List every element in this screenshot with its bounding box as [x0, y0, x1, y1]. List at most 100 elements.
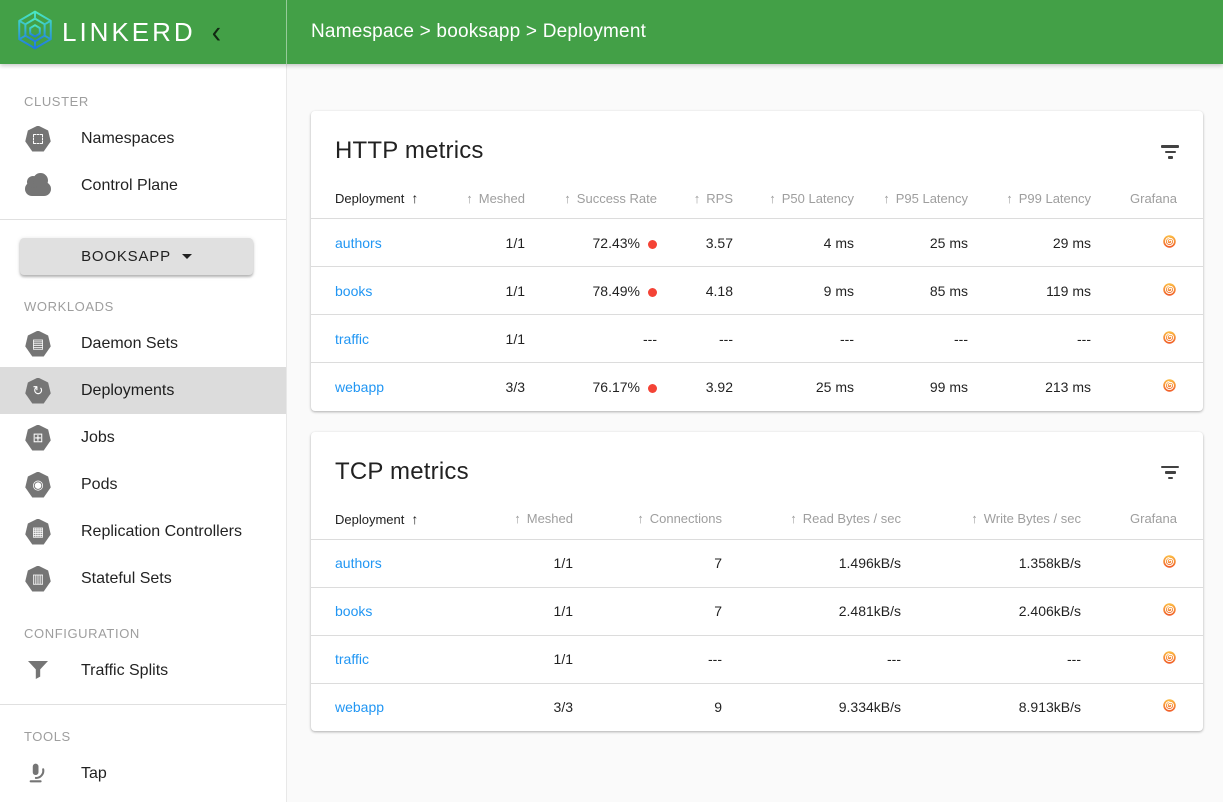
- sidebar: CLUSTER Namespaces Control Plane BOOKSAP…: [0, 64, 287, 802]
- rps-value: 3.57: [657, 219, 733, 267]
- grafana-link[interactable]: [1162, 282, 1177, 297]
- namespace-selector-label: BOOKSAPP: [81, 248, 171, 265]
- p99-value: 213 ms: [968, 363, 1091, 411]
- sidebar-item-label: Replication Controllers: [81, 523, 242, 541]
- sidebar-item-label: Control Plane: [81, 177, 178, 195]
- column-header-deployment[interactable]: Deployment: [311, 179, 455, 219]
- sidebar-item-label: Daemon Sets: [81, 335, 178, 353]
- tcp-metrics-card: TCP metrics Deployment Meshed Connection…: [311, 432, 1203, 732]
- deployment-link[interactable]: books: [335, 603, 372, 619]
- column-header-meshed[interactable]: Meshed: [455, 179, 525, 219]
- success-rate-value: 72.43%: [525, 219, 657, 267]
- sort-arrow-icon: [514, 511, 527, 526]
- rps-value: 3.92: [657, 363, 733, 411]
- main-content: HTTP metrics Deployment Meshed Success R…: [287, 64, 1223, 802]
- app-bar-main: Namespace > booksapp > Deployment: [287, 0, 1223, 64]
- read-bytes-value: 2.481kB/s: [722, 587, 901, 635]
- success-rate-value: 76.17%: [525, 363, 657, 411]
- divider: [0, 219, 286, 220]
- sidebar-item-tap[interactable]: Tap: [0, 750, 286, 797]
- column-header-deployment[interactable]: Deployment: [311, 499, 455, 539]
- section-label-tools: TOOLS: [24, 729, 286, 744]
- column-header-p95-latency[interactable]: P95 Latency: [854, 179, 968, 219]
- table-row: books 1/1 7 2.481kB/s 2.406kB/s: [311, 587, 1203, 635]
- table-row: traffic 1/1 --- --- --- --- ---: [311, 315, 1203, 363]
- sidebar-item-label: Stateful Sets: [81, 570, 172, 588]
- stateful-sets-icon: ▥: [24, 565, 52, 593]
- table-row: authors 1/1 7 1.496kB/s 1.358kB/s: [311, 539, 1203, 587]
- sidebar-item-control-plane[interactable]: Control Plane: [0, 162, 286, 209]
- section-label-configuration: CONFIGURATION: [24, 626, 286, 641]
- filter-icon[interactable]: [1159, 458, 1181, 488]
- namespace-selector-button[interactable]: BOOKSAPP: [20, 238, 253, 275]
- sidebar-item-label: Pods: [81, 476, 117, 494]
- deployment-link[interactable]: traffic: [335, 651, 369, 667]
- p50-value: 4 ms: [733, 219, 854, 267]
- p99-value: ---: [968, 315, 1091, 363]
- p95-value: ---: [854, 315, 968, 363]
- success-rate-value: 78.49%: [525, 267, 657, 315]
- collapse-sidebar-icon[interactable]: ‹: [212, 19, 221, 45]
- rps-value: ---: [657, 315, 733, 363]
- column-header-grafana: Grafana: [1081, 499, 1203, 539]
- table-row: webapp 3/3 9 9.334kB/s 8.913kB/s: [311, 683, 1203, 731]
- column-header-connections[interactable]: Connections: [573, 499, 722, 539]
- write-bytes-value: 2.406kB/s: [901, 587, 1081, 635]
- meshed-value: 1/1: [455, 635, 573, 683]
- sort-arrow-icon: [971, 511, 984, 526]
- deployment-link[interactable]: webapp: [335, 379, 384, 395]
- namespaces-icon: [24, 125, 52, 153]
- daemon-sets-icon: ▤: [24, 330, 52, 358]
- grafana-link[interactable]: [1162, 330, 1177, 345]
- filter-icon[interactable]: [1159, 137, 1181, 167]
- home-link[interactable]: LINKERD: [14, 9, 196, 56]
- column-header-p99-latency[interactable]: P99 Latency: [968, 179, 1091, 219]
- grafana-link[interactable]: [1162, 234, 1177, 249]
- sidebar-item-daemon-sets[interactable]: ▤ Daemon Sets: [0, 320, 286, 367]
- success-rate-value: ---: [525, 315, 657, 363]
- sidebar-item-stateful-sets[interactable]: ▥ Stateful Sets: [0, 555, 286, 602]
- sort-arrow-icon: [564, 191, 577, 206]
- column-header-rps[interactable]: RPS: [657, 179, 733, 219]
- section-label-workloads: WORKLOADS: [24, 299, 286, 314]
- grafana-link[interactable]: [1162, 602, 1177, 617]
- table-row: webapp 3/3 76.17% 3.92 25 ms 99 ms 213 m…: [311, 363, 1203, 411]
- sort-arrow-icon: [466, 191, 479, 206]
- jobs-icon: ⊞: [24, 424, 52, 452]
- deployment-link[interactable]: books: [335, 283, 372, 299]
- linkerd-logo-icon: [14, 9, 56, 56]
- meshed-value: 1/1: [455, 267, 525, 315]
- deployment-link[interactable]: authors: [335, 235, 382, 251]
- p99-value: 119 ms: [968, 267, 1091, 315]
- sort-arrow-icon: [404, 512, 418, 527]
- sidebar-item-namespaces[interactable]: Namespaces: [0, 115, 286, 162]
- deployment-link[interactable]: traffic: [335, 331, 369, 347]
- grafana-link[interactable]: [1162, 698, 1177, 713]
- deployments-icon: ↻: [24, 377, 52, 405]
- divider: [0, 704, 286, 705]
- grafana-link[interactable]: [1162, 378, 1177, 393]
- column-header-success-rate[interactable]: Success Rate: [525, 179, 657, 219]
- column-header-read-bytes[interactable]: Read Bytes / sec: [722, 499, 901, 539]
- grafana-link[interactable]: [1162, 554, 1177, 569]
- column-header-write-bytes[interactable]: Write Bytes / sec: [901, 499, 1081, 539]
- sort-arrow-icon: [790, 511, 803, 526]
- write-bytes-value: 8.913kB/s: [901, 683, 1081, 731]
- sidebar-item-jobs[interactable]: ⊞ Jobs: [0, 414, 286, 461]
- sidebar-item-label: Tap: [81, 765, 107, 783]
- replication-controllers-icon: ▦: [24, 518, 52, 546]
- sidebar-item-replication-controllers[interactable]: ▦ Replication Controllers: [0, 508, 286, 555]
- sort-arrow-icon: [694, 191, 707, 206]
- grafana-link[interactable]: [1162, 650, 1177, 665]
- sidebar-item-deployments[interactable]: ↻ Deployments: [0, 367, 286, 414]
- sidebar-item-traffic-splits[interactable]: Traffic Splits: [0, 647, 286, 694]
- sidebar-item-pods[interactable]: ◉ Pods: [0, 461, 286, 508]
- column-header-p50-latency[interactable]: P50 Latency: [733, 179, 854, 219]
- connections-value: 7: [573, 587, 722, 635]
- column-header-meshed[interactable]: Meshed: [455, 499, 573, 539]
- chevron-down-icon: [182, 254, 192, 259]
- sort-arrow-icon: [637, 511, 650, 526]
- read-bytes-value: 1.496kB/s: [722, 539, 901, 587]
- deployment-link[interactable]: webapp: [335, 699, 384, 715]
- deployment-link[interactable]: authors: [335, 555, 382, 571]
